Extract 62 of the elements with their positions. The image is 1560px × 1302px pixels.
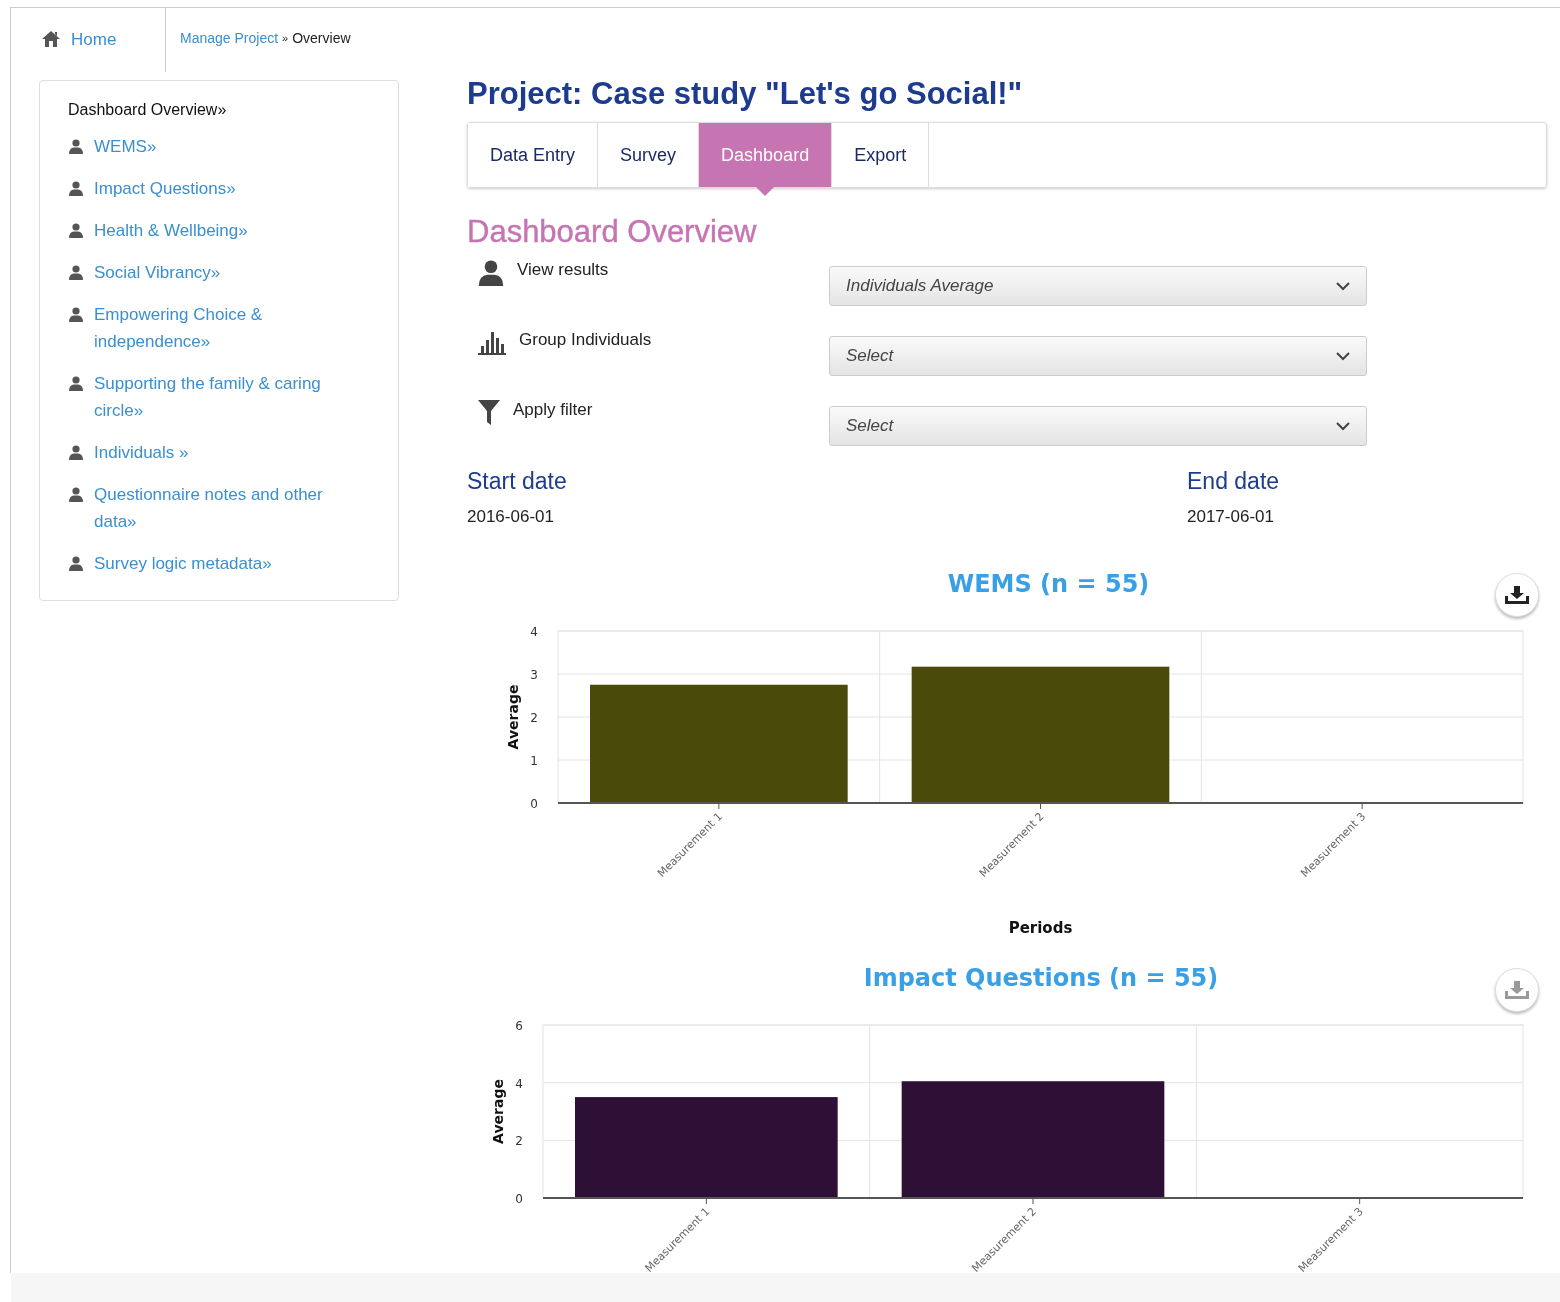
- filter-label: Group Individuals: [519, 329, 652, 350]
- tab-pointer-icon: [756, 187, 775, 196]
- breadcrumb-current: Overview: [292, 29, 351, 48]
- person-icon: [477, 258, 505, 286]
- date-value: 2017-06-01: [1187, 507, 1275, 527]
- y-axis-title: Average: [505, 684, 521, 750]
- sidebar-link[interactable]: WEMS»: [68, 133, 353, 160]
- x-axis-title: Periods: [1008, 919, 1073, 937]
- sidebar-link[interactable]: Impact Questions»: [68, 175, 353, 202]
- funnel-icon: [477, 398, 501, 426]
- chevron-down-icon: [1336, 281, 1350, 291]
- sidebar-heading: Dashboard Overview»: [68, 101, 228, 119]
- date-label: End date: [1187, 468, 1281, 495]
- person-icon: [68, 138, 84, 154]
- y-tick-label: 0: [515, 1192, 523, 1206]
- chart-title: Impact Questions (n = 55): [863, 964, 1219, 992]
- y-tick-label: 4: [530, 625, 538, 639]
- person-icon: [68, 486, 84, 502]
- y-tick-label: 1: [530, 754, 538, 768]
- project-title: Project: Case study "Let's go Social!": [467, 76, 1024, 112]
- tab[interactable]: Export: [832, 123, 930, 187]
- select-field[interactable]: Individuals Average: [829, 266, 1367, 306]
- y-tick-label: 0: [530, 797, 538, 811]
- breadcrumb-separator: »: [282, 31, 289, 46]
- y-tick-label: 2: [530, 711, 538, 725]
- y-tick-label: 4: [515, 1076, 523, 1091]
- person-icon: [68, 444, 84, 460]
- y-axis-title: Average: [490, 1079, 506, 1144]
- download-icon: [1504, 585, 1530, 605]
- person-icon: [68, 180, 84, 196]
- sidebar-link[interactable]: Empowering Choice & independence»: [68, 301, 353, 355]
- download-button[interactable]: [1495, 573, 1539, 617]
- y-tick-label: 2: [515, 1134, 523, 1149]
- select-field[interactable]: Select: [829, 336, 1367, 376]
- person-icon: [68, 555, 84, 571]
- chevron-down-icon: [1336, 351, 1350, 361]
- breadcrumb-link[interactable]: Manage Project: [180, 29, 279, 72]
- tab[interactable]: Data Entry: [468, 123, 599, 187]
- tab[interactable]: Survey: [598, 123, 700, 187]
- download-icon: [1504, 980, 1530, 1000]
- date-value: 2016-06-01: [467, 507, 555, 527]
- person-icon: [68, 375, 84, 391]
- sidebar-link[interactable]: Survey logic metadata»: [68, 550, 353, 577]
- section-title: Dashboard Overview: [467, 214, 758, 250]
- sidebar-link[interactable]: Individuals »: [68, 439, 353, 466]
- person-icon: [68, 306, 84, 322]
- sidebar-link[interactable]: Health & Wellbeing»: [68, 217, 353, 244]
- person-icon: [68, 264, 84, 280]
- home-icon: [41, 30, 61, 48]
- filter-label: View results: [517, 259, 609, 280]
- filter-label: Apply filter: [513, 399, 593, 420]
- sidebar-link[interactable]: Questionnaire notes and other data»: [68, 481, 353, 535]
- person-icon: [68, 222, 84, 238]
- chevron-down-icon: [1336, 421, 1350, 431]
- sidebar-link[interactable]: Supporting the family & caring circle»: [68, 370, 353, 424]
- home-link[interactable]: Home: [11, 8, 166, 72]
- date-label: Start date: [467, 468, 568, 495]
- y-tick-label: 3: [530, 668, 538, 682]
- y-tick-label: 6: [515, 1019, 523, 1033]
- select-field[interactable]: Select: [829, 406, 1367, 446]
- sidebar-link[interactable]: Social Vibrancy»: [68, 259, 353, 286]
- chart-title: WEMS (n = 55): [947, 570, 1150, 598]
